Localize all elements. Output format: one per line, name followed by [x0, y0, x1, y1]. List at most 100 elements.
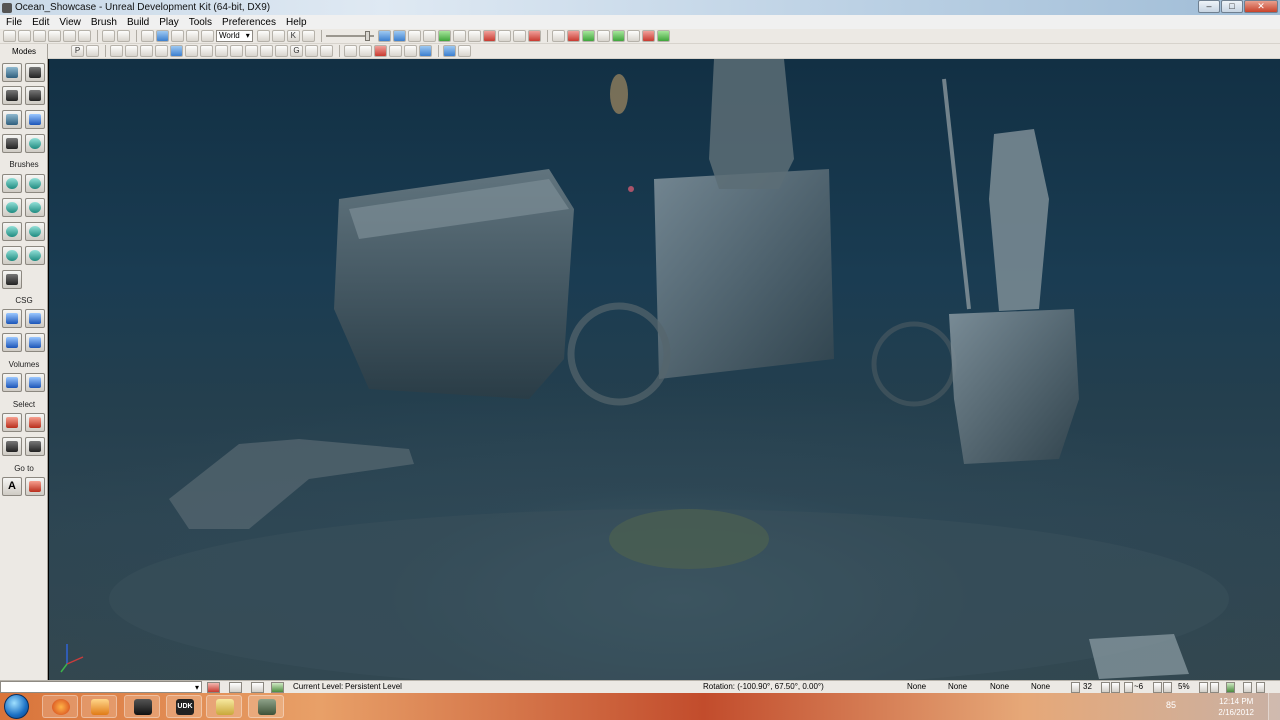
pivot-snap-icon[interactable] [229, 682, 242, 693]
maximize-viewport-icon[interactable] [458, 45, 471, 57]
menu-play[interactable]: Play [153, 17, 182, 28]
unlit-icon[interactable] [140, 45, 153, 57]
blocking-volume-button[interactable] [25, 373, 45, 392]
grid-size-dropdown[interactable] [1101, 682, 1110, 693]
csg-add-button[interactable] [2, 309, 22, 328]
kismet-icon[interactable]: K [286, 30, 300, 42]
build-lighting-icon[interactable] [422, 30, 436, 42]
texture-align-button[interactable] [2, 110, 22, 129]
spiral-stair-brush-button[interactable] [2, 246, 22, 265]
system-clock[interactable]: 12:14 PM 2/16/2012 [1218, 696, 1254, 718]
goto-builder-brush-button[interactable] [25, 477, 45, 496]
mesh-paint-button[interactable] [25, 110, 45, 129]
record-icon[interactable] [566, 30, 580, 42]
add-volume-button[interactable] [2, 373, 22, 392]
menu-file[interactable]: File [0, 17, 26, 28]
save-icon[interactable] [48, 30, 61, 42]
camera-icon[interactable] [86, 45, 99, 57]
menu-brush[interactable]: Brush [85, 17, 121, 28]
csg-intersect-button[interactable] [2, 333, 22, 352]
build-geometry-icon[interactable] [407, 30, 421, 42]
layout-icon[interactable] [251, 682, 264, 693]
perspective-viewport[interactable] [49, 59, 1280, 680]
texture-density-icon[interactable] [215, 45, 228, 57]
minimize-button[interactable]: – [1198, 0, 1220, 13]
non-uniform-scale-icon[interactable] [201, 30, 214, 42]
rotation-snap-toggle[interactable] [1111, 682, 1120, 693]
matinee-icon[interactable] [301, 30, 315, 42]
show-all-button[interactable] [25, 437, 45, 456]
taskbar-udk[interactable]: UDK [166, 695, 202, 718]
new-level-icon[interactable] [3, 30, 16, 42]
lighting-quality-icon[interactable] [497, 30, 511, 42]
sheet-brush-button[interactable] [25, 222, 45, 241]
scale-snap-toggle[interactable] [1163, 682, 1172, 693]
start-button[interactable] [4, 694, 29, 719]
actor-lock-icon[interactable] [359, 45, 372, 57]
select-arrow-icon[interactable] [141, 30, 154, 42]
grid-size-value[interactable]: 32 [1083, 681, 1092, 693]
taskbar-editor[interactable] [248, 695, 284, 718]
geometry-mode-button[interactable] [25, 63, 45, 82]
drag-grid-icon[interactable] [207, 682, 220, 693]
rotate-widget-icon[interactable] [171, 30, 184, 42]
kismet-debug-icon[interactable] [641, 30, 655, 42]
volumetric-brush-button[interactable] [2, 270, 22, 289]
menu-build[interactable]: Build [121, 17, 153, 28]
autosave-toggle[interactable] [1210, 682, 1219, 693]
show-flags-icon[interactable] [320, 45, 333, 57]
taskbar-media-player[interactable] [81, 695, 117, 718]
invert-selection-button[interactable] [2, 437, 22, 456]
perspective-mode-icon[interactable]: P [71, 45, 84, 57]
maximize-button[interactable]: □ [1221, 0, 1243, 13]
save-all-icon[interactable] [63, 30, 76, 42]
lock-icon[interactable] [344, 45, 357, 57]
linear-stair-brush-button[interactable] [2, 222, 22, 241]
lightmap-icon[interactable] [512, 30, 526, 42]
camera-speed-icon[interactable] [389, 45, 402, 57]
view-mode-icon[interactable] [404, 45, 417, 57]
cylinder-brush-button[interactable] [25, 198, 45, 217]
scale-snap-dropdown[interactable] [1199, 682, 1208, 693]
detail-lighting-icon[interactable] [170, 45, 183, 57]
scale-snap-value[interactable]: 5% [1178, 681, 1190, 693]
lit-icon[interactable] [155, 45, 168, 57]
redo-icon[interactable] [117, 30, 130, 42]
hide-selected-button[interactable] [25, 413, 45, 432]
csg-subtract-button[interactable] [25, 309, 45, 328]
move-mode-button[interactable] [25, 86, 45, 105]
source-control-icon[interactable] [1243, 682, 1252, 693]
sphere-brush-button[interactable] [25, 246, 45, 265]
scale-widget-icon[interactable] [186, 30, 199, 42]
camera-mode-button[interactable] [2, 63, 22, 82]
unreal-frontend-icon[interactable] [626, 30, 640, 42]
rotation-snap-icon[interactable] [1124, 682, 1133, 693]
menu-edit[interactable]: Edit [26, 17, 53, 28]
goto-actor-button[interactable]: A [2, 477, 22, 496]
menu-help[interactable]: Help [280, 17, 311, 28]
swarm-icon[interactable] [482, 30, 496, 42]
status-dropdown[interactable] [1256, 682, 1265, 693]
content-browser-icon[interactable] [271, 30, 285, 42]
console-icon[interactable] [551, 30, 565, 42]
current-level-icon[interactable] [271, 682, 284, 693]
build-paths-icon[interactable] [437, 30, 451, 42]
taskbar-explorer[interactable] [206, 695, 242, 718]
terrain-mode-button[interactable] [2, 86, 22, 105]
brush-wireframe-icon[interactable] [110, 45, 123, 57]
translate-widget-icon[interactable] [156, 30, 169, 42]
slider-knob[interactable] [364, 31, 370, 41]
viewport-selection-icon[interactable] [374, 45, 387, 57]
realtime-preview-icon[interactable] [305, 45, 318, 57]
toggle-view-icon[interactable] [377, 30, 391, 42]
build-cover-icon[interactable] [452, 30, 466, 42]
lit-lightmap-density-icon[interactable] [260, 45, 273, 57]
taskbar-firefox[interactable] [42, 695, 78, 718]
cone-brush-button[interactable] [25, 174, 45, 193]
search-slider[interactable] [325, 30, 374, 42]
realtime-toggle-icon[interactable] [392, 30, 406, 42]
stop-icon[interactable] [527, 30, 541, 42]
menu-view[interactable]: View [53, 17, 85, 28]
lightmap-density-icon[interactable] [245, 45, 258, 57]
shader-complexity-icon[interactable] [230, 45, 243, 57]
